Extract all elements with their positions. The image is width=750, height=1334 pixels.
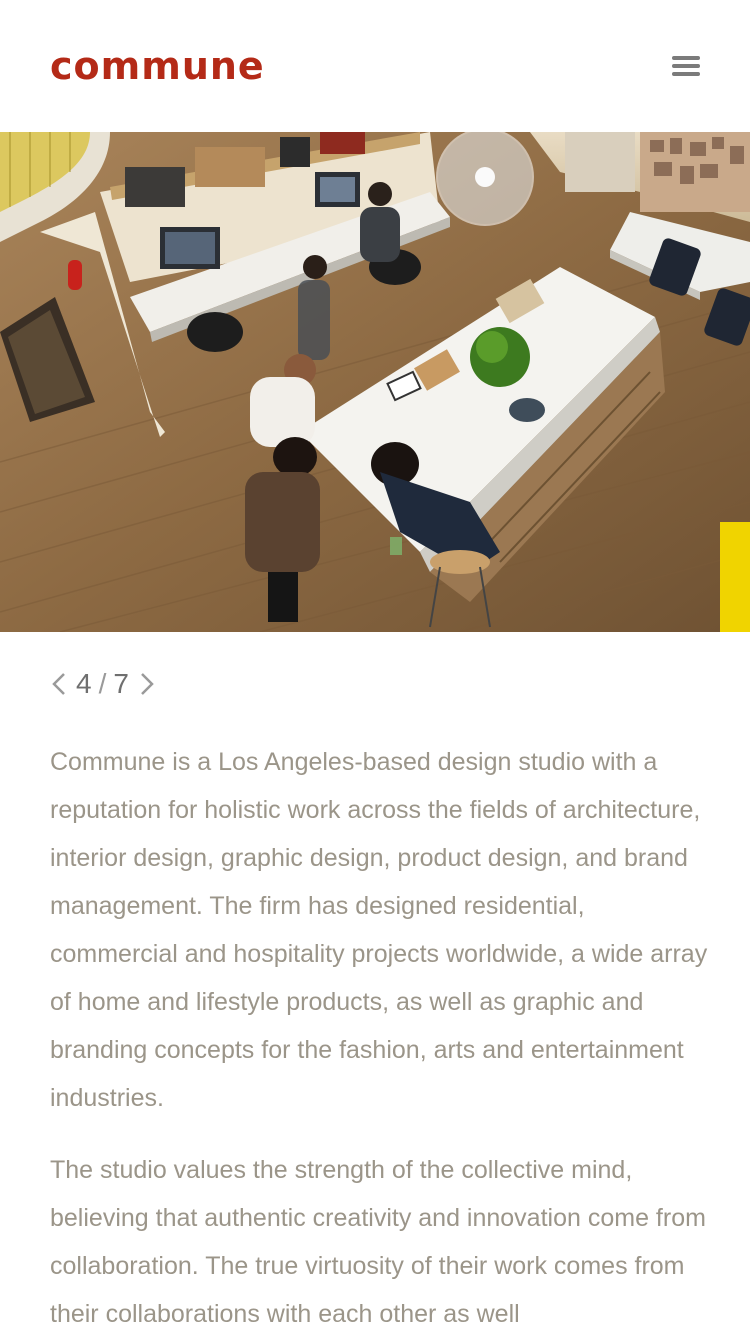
menu-line (672, 72, 700, 76)
menu-line (672, 56, 700, 60)
slide-current: 4 (76, 668, 93, 699)
slide-total: 7 (113, 668, 130, 699)
menu-line (672, 64, 700, 68)
site-header: commune (0, 0, 750, 132)
slider-controls: 4/7 (48, 662, 158, 706)
about-content: Commune is a Los Angeles-based design st… (50, 738, 710, 1334)
about-paragraph: Commune is a Los Angeles-based design st… (50, 748, 708, 1112)
slide-separator: / (98, 668, 108, 699)
chevron-left-icon[interactable] (48, 664, 70, 704)
brand-logo[interactable]: commune (50, 40, 265, 92)
about-paragraph: The studio values the strength of the co… (50, 1156, 706, 1328)
hero-image (0, 132, 750, 632)
hamburger-icon[interactable] (664, 50, 708, 82)
chevron-right-icon[interactable] (136, 664, 158, 704)
slide-counter: 4/7 (76, 668, 130, 700)
